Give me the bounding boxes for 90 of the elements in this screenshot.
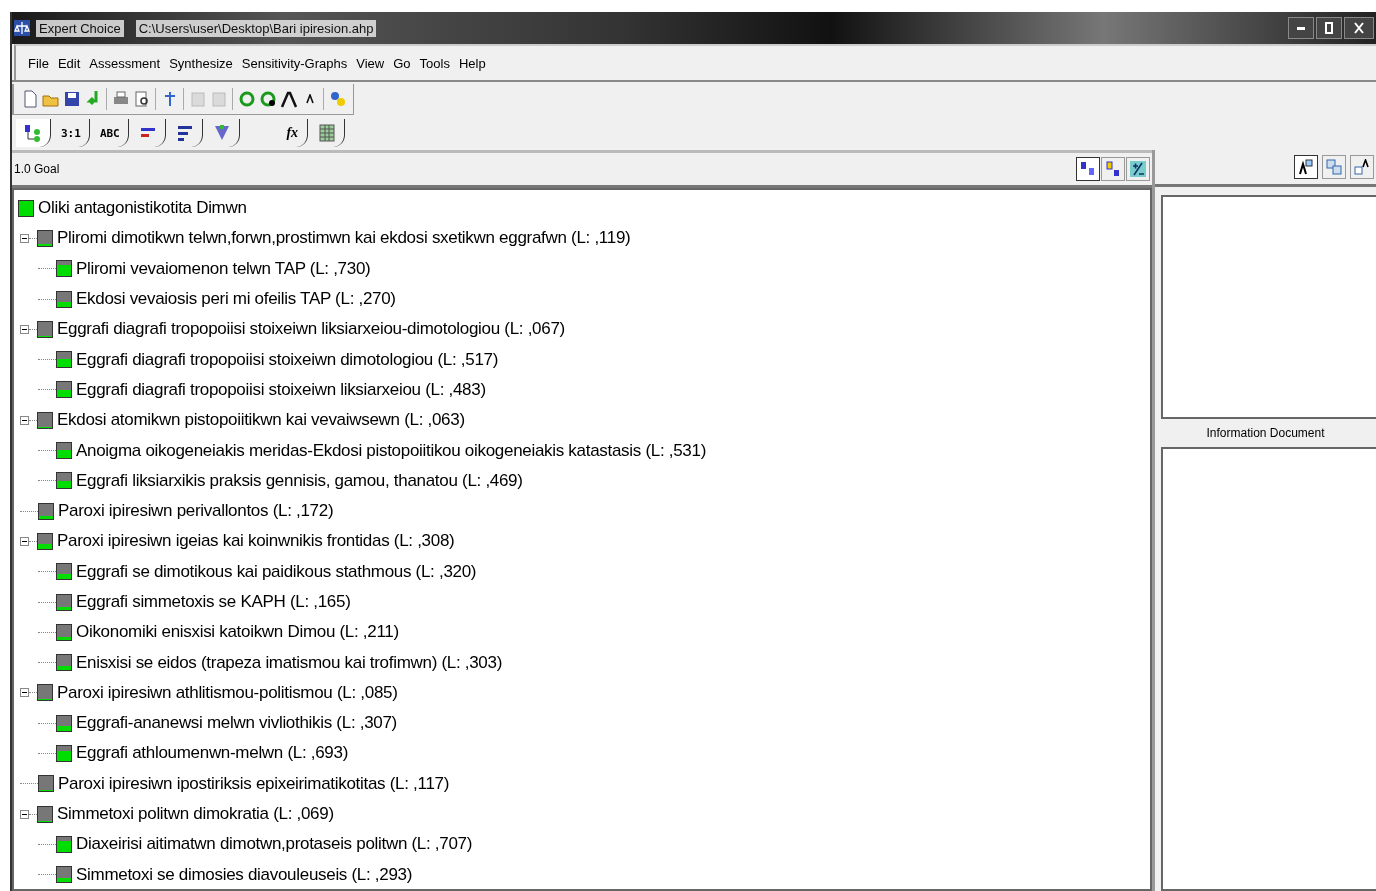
priority-node-icon [56, 866, 72, 884]
tree-node-label[interactable]: Eggrafi liksiarxikis praksis gennisis, gamou, thanatou (L: ,469) [76, 470, 523, 491]
goal-label: 1.0 Goal [14, 162, 60, 176]
close-icon [1353, 22, 1365, 34]
menu-item[interactable]: Edit [57, 55, 81, 71]
tree-view-button[interactable] [1076, 157, 1100, 181]
priority-node-icon [56, 260, 72, 278]
grid-icon [317, 124, 336, 142]
funnel-icon [212, 124, 231, 142]
edit-text-button[interactable] [1294, 155, 1318, 179]
tree-node-label[interactable]: Anoigma oikogeneiakis meridas-Ekdosi pistopoiitikou oikogeneiakis katastasis (L: ,531) [76, 440, 706, 461]
node-button[interactable] [1101, 157, 1125, 181]
minimize-button[interactable] [1288, 17, 1314, 39]
tree-node-label[interactable]: Eggrafi diagrafi tropopoiisi stoixeiwn liksiarxeiou (L: ,483) [76, 379, 486, 400]
tree-node-label[interactable]: Eggrafi diagrafi tropopoiisi stoixeiwn dimotologiou (L: ,517) [76, 349, 499, 370]
tree-node-label[interactable]: Paroxi ipiresiwn ipostiriksis epixeirimatikotitas (L: ,117) [58, 773, 450, 794]
tree-node-label[interactable]: Simmetoxi se dimosies diavouleuseis (L: ,293) [76, 864, 413, 885]
priority-node-icon [56, 381, 72, 399]
menu-item[interactable]: View [356, 55, 385, 71]
menu-item[interactable]: Assessment [89, 55, 161, 71]
collapse-icon[interactable] [20, 233, 29, 243]
priority-node-icon [18, 199, 34, 217]
tree-node-label[interactable]: Enisxisi se eidos (trapeza imatismou kai trofimwn) (L: ,303) [76, 652, 503, 673]
tree-node-label[interactable]: Eggrafi-ananewsi melwn vivliothikis (L: ,307) [76, 713, 397, 734]
priority-node-icon [56, 563, 72, 581]
priority-node-icon [56, 351, 72, 369]
tree-node-label[interactable]: Eggrafi se dimotikous kai paidikous stathmous (L: ,320) [76, 561, 477, 582]
app-name: Expert Choice [36, 19, 124, 37]
nodes-icon [1105, 161, 1121, 177]
menu-item[interactable]: Go [393, 55, 411, 71]
plus-minus-button[interactable] [1126, 157, 1150, 181]
priority-node-icon [37, 320, 53, 338]
tree-node-label[interactable]: Ekdosi atomikwn pistopoiitikwn kai vevaiwsewn (L: ,063) [57, 410, 465, 431]
collapse-icon[interactable] [20, 415, 29, 425]
info-panel-title: Information Document [1205, 425, 1326, 442]
priority-node-icon [56, 835, 72, 853]
plus-minus-icon [1130, 161, 1146, 177]
close-button[interactable] [1344, 17, 1374, 39]
priority-node-icon [56, 593, 72, 611]
priority-node-icon [56, 442, 72, 459]
page-icon [209, 89, 228, 108]
tree-node-label[interactable]: Oikonomiki enisxisi katoikwn Dimou (L: ,211) [76, 622, 399, 643]
priority-node-icon [56, 472, 72, 490]
menu-item[interactable]: Sensitivity-Graphs [241, 55, 348, 71]
collapse-icon[interactable] [20, 688, 29, 698]
people-icon [328, 89, 347, 108]
menu-item[interactable]: Help [458, 55, 486, 71]
restore-button[interactable] [1316, 17, 1342, 39]
restore-icon [1323, 22, 1335, 34]
note-area[interactable] [1161, 195, 1376, 419]
collapse-icon[interactable] [20, 809, 29, 819]
priority-node-icon [38, 775, 54, 793]
tree-node-label[interactable]: Eggrafi athloumenwn-melwn (L: ,693) [76, 743, 349, 764]
print-preview-icon [132, 89, 151, 108]
priority-node-icon [37, 411, 53, 429]
menu-item[interactable]: File [28, 55, 49, 71]
collapse-icon[interactable] [20, 324, 29, 334]
menu-item[interactable]: Synthesize [169, 55, 233, 71]
collapse-icon[interactable] [20, 536, 29, 546]
tree-node-label[interactable]: Paroxi ipiresiwn athlitismou-politismou (L: ,085) [57, 682, 398, 703]
tree-node-label[interactable]: Eggrafi diagrafi tropopoiisi stoixeiwn liksiarxeiou-dimotologiou (L: ,067) [57, 319, 565, 340]
tree-node-label[interactable]: Paroxi ipiresiwn igeias kai koinwnikis frontidas (L: ,308) [57, 531, 455, 552]
app-icon [14, 20, 30, 36]
add-text-button[interactable] [1350, 155, 1374, 179]
priority-node-icon [37, 684, 53, 702]
priority-node-icon [56, 654, 72, 672]
tree-node-label[interactable]: Pliromi vevaiomenon telwn TAP (L: ,730) [76, 258, 371, 279]
tree-node-label[interactable]: Pliromi dimotikwn telwn,forwn,prostimwn kai ekdosi sxetikwn eggrafwn (L: ,119) [57, 228, 631, 249]
hierarchy-tree-icon [24, 124, 42, 142]
priority-node-icon [38, 502, 54, 520]
menu-item[interactable]: Tools [419, 55, 450, 71]
priority-node-icon [56, 623, 72, 641]
priority-node-icon [37, 805, 53, 823]
priority-node-icon [56, 745, 72, 762]
priority-node-icon [56, 714, 72, 732]
tree-node-label[interactable]: Oliki antagonistikotita Dimwn [38, 198, 247, 219]
minimize-icon [1297, 26, 1305, 30]
tree-node-label[interactable]: Paroxi ipiresiwn perivallontos (L: ,172) [58, 501, 334, 522]
tree-node-label[interactable]: Eggrafi simmetoxis se KAPH (L: ,165) [76, 592, 351, 612]
priority-node-icon [37, 229, 53, 247]
priority-node-icon [37, 532, 53, 550]
priority-node-icon [56, 290, 72, 308]
tree-node-label[interactable]: Diaxeirisi aitimatwn dimotwn,protaseis politwn (L: ,707) [76, 834, 473, 855]
view-tab[interactable] [16, 119, 51, 147]
tree-node-label[interactable]: Simmetoxi politwn dimokratia (L: ,069) [57, 804, 334, 825]
page-icon [188, 89, 207, 108]
bar-chart-icon [175, 124, 194, 142]
file-path: C:\Users\user\Desktop\Bari ipiresion.ahp [135, 19, 377, 37]
overlapping-squares-icon [1326, 159, 1342, 175]
tree-node-label[interactable]: Ekdosi vevaiosis peri mi ofeilis TAP (L: ,270) [76, 289, 396, 310]
